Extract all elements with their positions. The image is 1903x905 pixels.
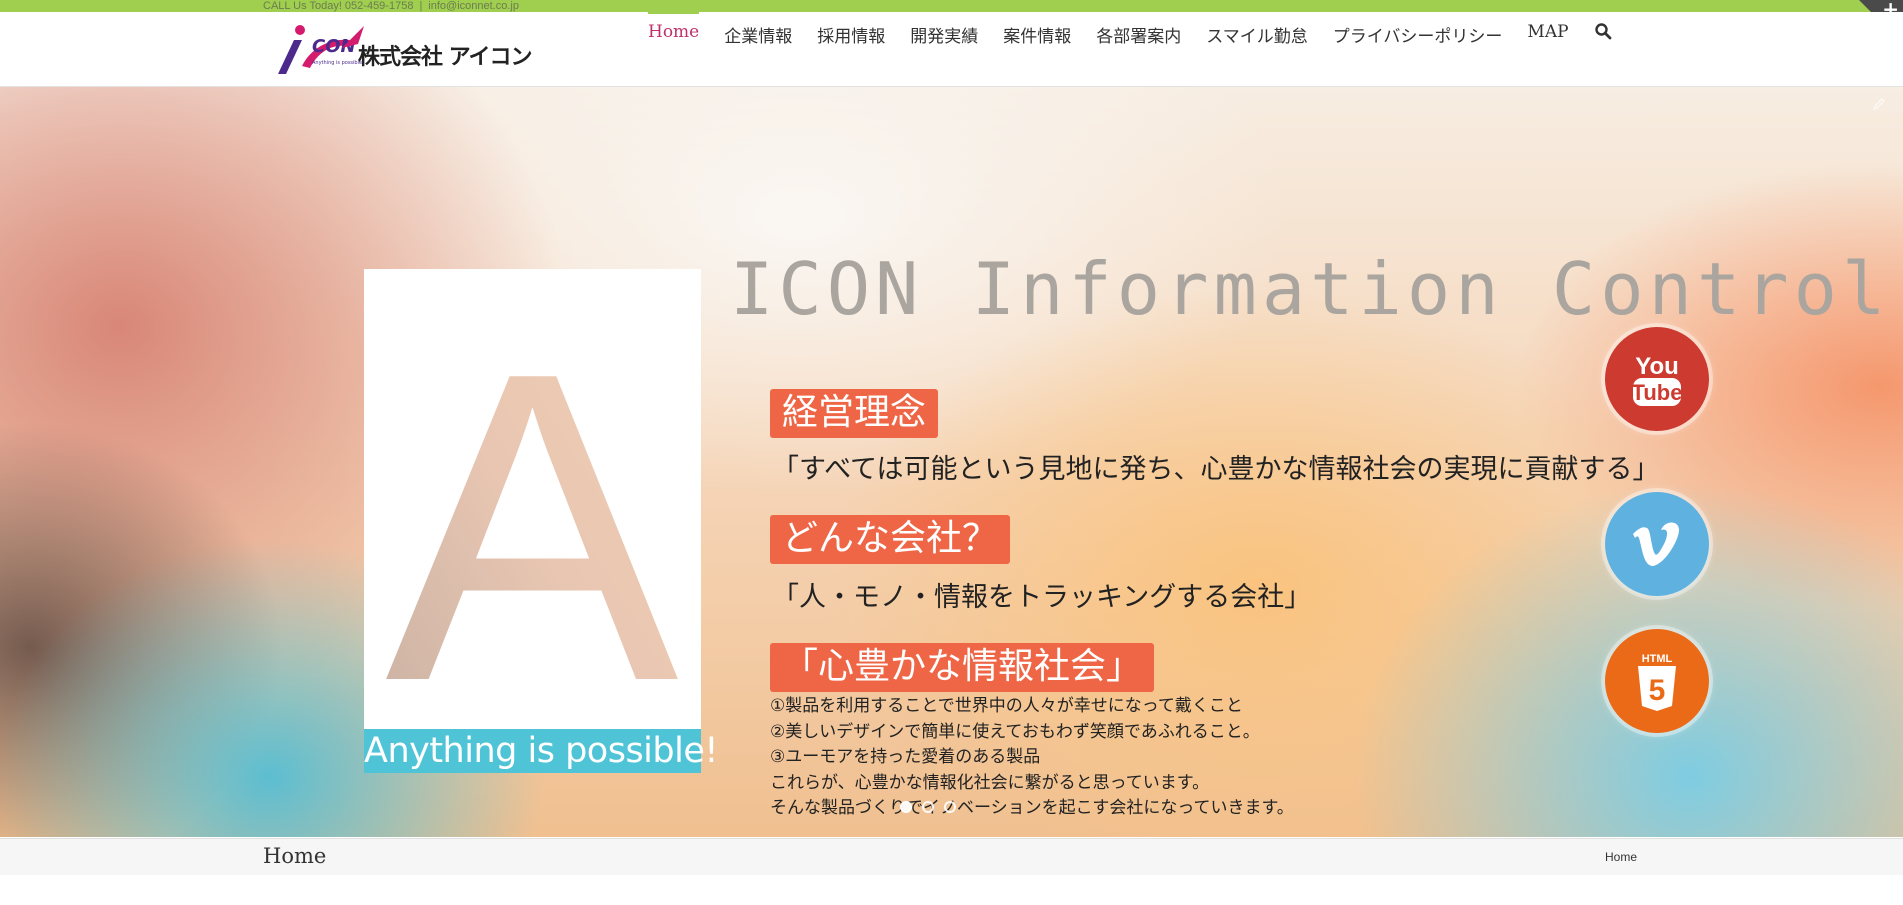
tag-what-company: どんな会社？ xyxy=(770,515,1011,564)
svg-text:5: 5 xyxy=(1649,674,1666,707)
point-1: ①製品を利用することで世界中の人々が幸せになって戴くこと xyxy=(770,696,1243,716)
search-icon[interactable] xyxy=(1594,22,1612,40)
point-3: ③ユーモアを持った愛着のある製品 xyxy=(770,747,1041,767)
nav-company-info[interactable]: 企業情報 xyxy=(724,12,792,47)
point-5: そんな製品づくりでイノベーションを起こす会社になっていきます。 xyxy=(770,798,1294,818)
separator: | xyxy=(419,0,423,12)
nav-departments[interactable]: 各部署案内 xyxy=(1096,12,1181,47)
edit-icon[interactable] xyxy=(1872,97,1886,111)
card-letter-text: A xyxy=(385,282,681,689)
tag-management-philosophy: 経営理念 xyxy=(770,389,939,438)
point-2: ②美しいデザインで簡単に使えておもわず笑顔であふれること。 xyxy=(770,721,1260,742)
svg-text:HTML: HTML xyxy=(1642,653,1673,665)
slide-dot-2[interactable] xyxy=(922,801,934,813)
nav-development-results[interactable]: 開発実績 xyxy=(910,12,978,47)
nav-smile-attendance[interactable]: スマイル勤怠 xyxy=(1206,12,1308,47)
tag-rich-information-society: 「心豊かな情報社会」 xyxy=(770,643,1155,692)
html5-button[interactable]: HTML 5 xyxy=(1605,629,1709,733)
hero-title: ICON Information Control xyxy=(730,247,1891,331)
nav-home[interactable]: Home xyxy=(648,10,700,42)
youtube-icon: You Tube xyxy=(1632,353,1683,406)
hero-slider: A Anything is possible! ICON Information… xyxy=(0,87,1903,837)
vimeo-icon xyxy=(1633,522,1679,566)
contact-info: CALL Us Today! 052-459-1758 | info@iconnet… xyxy=(263,0,519,12)
slide-dot-1[interactable] xyxy=(900,801,912,813)
slider-pagination xyxy=(900,801,956,813)
site-header: CON Anything is possible 株式会社 アイコン Home … xyxy=(0,10,1903,87)
html5-icon: HTML 5 xyxy=(1638,653,1676,711)
anything-card: A xyxy=(364,269,701,749)
svg-text:Anything is possible: Anything is possible xyxy=(312,60,362,66)
nav-projects[interactable]: 案件情報 xyxy=(1003,12,1071,47)
top-bar: CALL Us Today! 052-459-1758 | info@iconnet… xyxy=(0,0,1903,12)
letter-a-graphic: A xyxy=(385,282,681,689)
nav-recruitment[interactable]: 採用情報 xyxy=(817,12,885,47)
email-link[interactable]: info@iconnet.co.jp xyxy=(428,0,519,12)
vimeo-button[interactable] xyxy=(1605,492,1709,596)
svg-text:CON: CON xyxy=(312,36,356,57)
company-name: 株式会社 アイコン xyxy=(358,45,533,70)
nav-map[interactable]: MAP xyxy=(1527,12,1568,42)
phone-text[interactable]: CALL Us Today! 052-459-1758 xyxy=(263,0,413,12)
philosophy-text: 「すべては可能という見地に発ち、心豊かな情報社会の実現に貢献する」 xyxy=(772,454,1660,485)
page-title: Home xyxy=(263,844,327,868)
youtube-button[interactable]: You Tube xyxy=(1605,327,1709,431)
main-nav: Home 企業情報 採用情報 開発実績 案件情報 各部署案内 スマイル勤怠 プラ… xyxy=(648,10,1612,86)
point-4: これらが、心豊かな情報化社会に繋がると思っています。 xyxy=(770,772,1210,793)
company-description: 「人・モノ・情報をトラッキングする会社」 xyxy=(772,582,1312,613)
nav-privacy-policy[interactable]: プライバシーポリシー xyxy=(1333,12,1503,47)
slide-dot-3[interactable] xyxy=(944,801,956,813)
content-area xyxy=(0,875,1903,905)
points-list: ①製品を利用することで世界中の人々が幸せになって戴くこと ②美しいデザインで簡単… xyxy=(770,694,1294,822)
page-title-bar: Home Home xyxy=(0,838,1903,876)
breadcrumb[interactable]: Home xyxy=(1605,850,1637,864)
svg-text:You: You xyxy=(1635,353,1679,380)
svg-text:Tube: Tube xyxy=(1632,380,1683,405)
card-caption: Anything is possible! xyxy=(364,729,718,773)
